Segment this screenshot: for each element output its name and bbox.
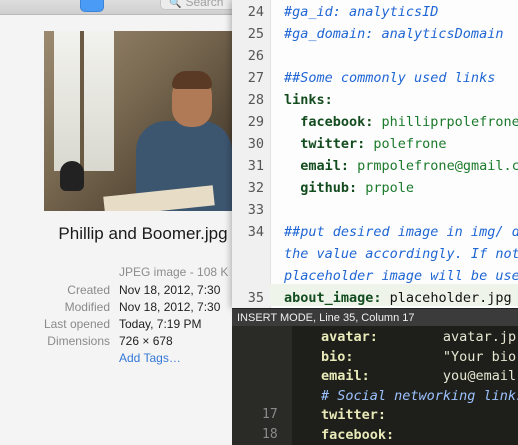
share-button[interactable]	[80, 0, 104, 12]
line-number: 31	[247, 158, 264, 174]
code-token: the value accordingly. If not	[284, 246, 518, 262]
background-code-line: # Social networking links	[321, 388, 518, 404]
line-number: 29	[247, 114, 264, 130]
code-token: twitter:	[284, 136, 366, 152]
code-token: #ga_domain: analyticsDomain	[284, 26, 504, 42]
code-line[interactable]: facebook: philliprpolefrone	[284, 114, 518, 130]
background-code-token: twitter:	[321, 407, 387, 423]
modified-value: Nov 18, 2012, 7:30	[119, 300, 221, 314]
line-number: 24	[247, 4, 264, 20]
background-code-line: email: you@email	[321, 368, 516, 384]
background-code-line: bio: "Your bio	[321, 349, 516, 365]
created-value: Nov 18, 2012, 7:30	[119, 283, 221, 297]
background-code-token: bio:	[321, 348, 354, 365]
background-line-number: 17	[262, 407, 278, 422]
background-code-token: "Your bio	[353, 348, 517, 365]
search-placeholder: Search	[185, 0, 224, 9]
line-number: 30	[247, 136, 264, 152]
status-bar: INSERT MODE, Line 35, Column 17	[232, 308, 518, 326]
code-token: email:	[284, 158, 350, 174]
background-code-line: avatar: avatar.jp	[321, 329, 516, 345]
code-line[interactable]: ##put desired image in img/ di	[284, 224, 518, 240]
code-line[interactable]: placeholder image will be used	[284, 268, 518, 284]
dimensions-label: Dimensions	[47, 334, 110, 348]
code-token: placeholder.jpg	[381, 290, 512, 306]
background-code-token: avatar:	[321, 329, 378, 345]
background-code-token: avatar.jp	[377, 329, 517, 345]
code-line[interactable]: the value accordingly. If not	[284, 246, 518, 262]
code-token: about_image:	[284, 290, 382, 306]
file-kind: JPEG image - 108 K	[119, 265, 229, 279]
code-line[interactable]: #ga_domain: analyticsDomain	[284, 26, 503, 42]
background-code-token: # Social networking links	[321, 387, 518, 404]
background-code-line: facebook:	[321, 427, 394, 443]
code-line[interactable]: email: prmpolefrone@gmail.com	[284, 158, 518, 174]
line-number-gutter	[232, 0, 271, 308]
code-line[interactable]: github: prpole	[284, 180, 414, 196]
line-number: 27	[247, 70, 264, 86]
code-token: links:	[284, 92, 333, 108]
line-number: 34	[247, 224, 264, 240]
background-code-line: twitter:	[321, 407, 386, 423]
code-line[interactable]: about_image: placeholder.jpg	[284, 290, 512, 306]
code-token: prpole	[357, 180, 415, 196]
code-token: placeholder image will be used	[284, 268, 518, 284]
background-code-token: you@email	[369, 368, 517, 384]
code-token: facebook:	[284, 114, 374, 130]
code-token: prmpolefrone@gmail.com	[349, 158, 518, 174]
background-code-token: facebook:	[321, 426, 395, 443]
background-editor[interactable]: avatar: avatar.jp bio: "Your bio email: yo…	[292, 326, 518, 445]
text-editor[interactable]: 24 #ga_id: analyticsID 25 #ga_domain: analy…	[232, 0, 518, 308]
code-token: github:	[284, 180, 358, 196]
code-line[interactable]: twitter: polefrone	[284, 136, 447, 152]
last-opened-value: Today, 7:19 PM	[119, 317, 202, 331]
background-code-token: email:	[321, 368, 370, 384]
dimensions-value: 726 × 678	[119, 334, 173, 348]
line-number: 33	[247, 202, 264, 218]
line-number: 25	[247, 26, 264, 42]
search-icon: 🔍	[169, 0, 182, 9]
last-opened-label: Last opened	[43, 317, 110, 331]
line-number: 28	[247, 92, 264, 108]
created-label: Created	[67, 283, 110, 297]
code-token: #ga_id: analyticsID	[284, 4, 439, 20]
add-tags-link[interactable]: Add Tags…	[119, 351, 181, 365]
line-number: 32	[247, 180, 264, 196]
code-line[interactable]: #ga_id: analyticsID	[284, 4, 438, 20]
code-line[interactable]: ##Some commonly used links	[284, 70, 495, 86]
line-number: 26	[247, 48, 264, 64]
code-token: philliprpolefrone	[373, 114, 518, 130]
code-token: ##Some commonly used links	[284, 70, 496, 86]
code-token: polefrone	[365, 136, 447, 152]
image-preview	[44, 31, 232, 211]
code-token: ##put desired image in img/ di	[284, 224, 518, 240]
modified-label: Modified	[64, 300, 110, 314]
code-line[interactable]: links:	[284, 92, 333, 108]
background-line-number: 18	[262, 426, 278, 442]
line-number: 35	[247, 290, 264, 306]
search-input[interactable]: 🔍 Search	[160, 0, 235, 10]
